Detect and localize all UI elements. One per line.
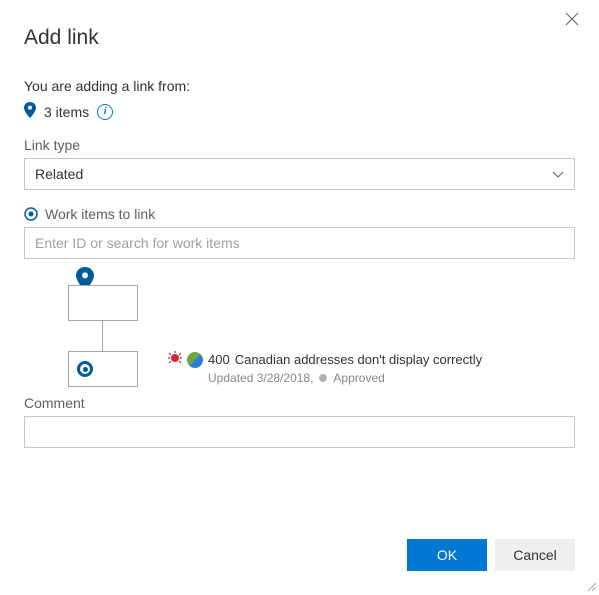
link-type-value: Related	[35, 166, 83, 182]
diagram-target-icon	[77, 361, 93, 377]
link-type-select[interactable]: Related	[24, 158, 575, 190]
relationship-diagram: 400 Canadian addresses don't display cor…	[44, 269, 575, 389]
dialog-title: Add link	[24, 26, 575, 50]
work-items-search-input[interactable]	[24, 227, 575, 259]
work-item-state: Approved	[333, 371, 384, 385]
work-item-updated: Updated 3/28/2018,	[208, 371, 313, 385]
items-from-row: 3 items i	[24, 102, 575, 121]
work-item-title: Canadian addresses don't display correct…	[235, 352, 482, 367]
avatar	[187, 352, 203, 368]
chevron-down-icon	[552, 166, 564, 182]
pin-icon	[24, 102, 36, 121]
target-bullet-icon	[24, 207, 38, 221]
link-type-label: Link type	[24, 137, 575, 153]
work-items-label: Work items to link	[24, 206, 575, 222]
status-dot-icon	[319, 374, 327, 382]
bug-icon	[168, 351, 182, 368]
ok-button[interactable]: OK	[407, 539, 487, 571]
work-item-id: 400	[208, 352, 230, 367]
dialog-subtitle: You are adding a link from:	[24, 78, 575, 94]
items-count: 3 items	[44, 104, 89, 120]
close-icon[interactable]	[565, 12, 581, 28]
diagram-source-node	[68, 285, 138, 321]
linked-work-item[interactable]: 400 Canadian addresses don't display cor…	[168, 351, 482, 385]
resize-grip-icon[interactable]	[585, 579, 597, 591]
info-icon[interactable]: i	[97, 104, 113, 120]
diagram-connector	[102, 321, 103, 351]
comment-input[interactable]	[24, 416, 575, 448]
cancel-button[interactable]: Cancel	[495, 539, 575, 571]
comment-label: Comment	[24, 395, 575, 411]
diagram-target-node	[68, 351, 138, 387]
